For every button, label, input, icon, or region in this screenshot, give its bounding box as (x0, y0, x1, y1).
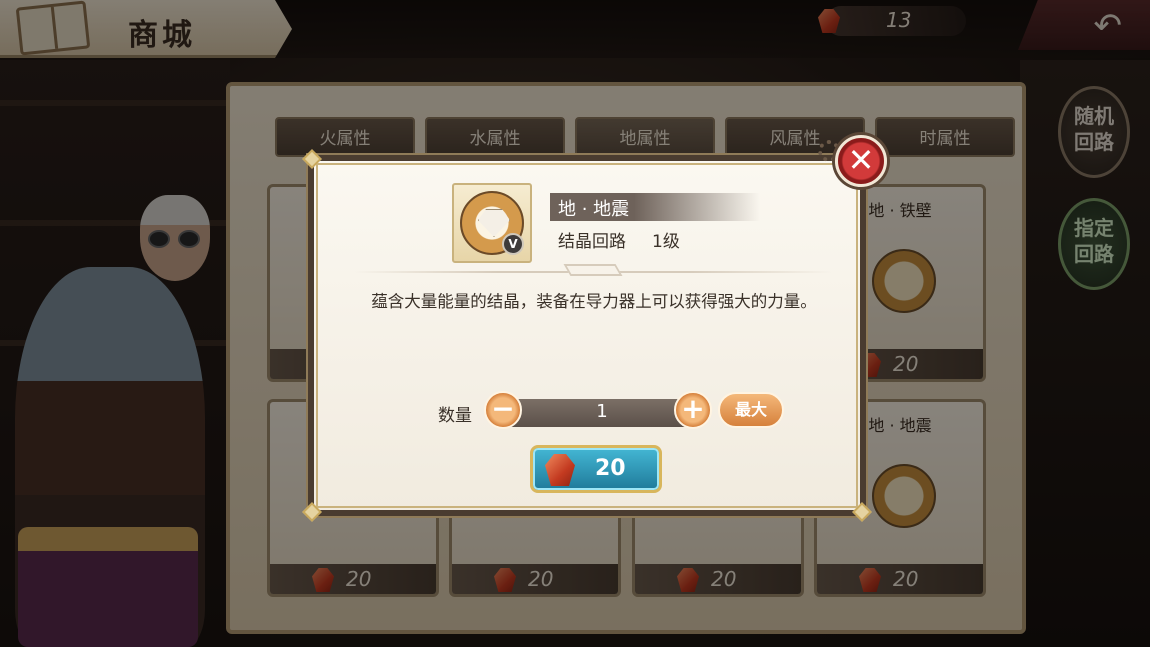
item-name-bar: 地 · 地震 (550, 193, 760, 221)
rank-badge: V (502, 233, 524, 255)
item-level: 1级 (652, 232, 680, 252)
item-name: 地 · 地震 (558, 199, 630, 220)
max-quantity-button[interactable]: 最大 (718, 392, 784, 428)
purchase-dialog: V 地 · 地震 结晶回路 1级 蕴含大量能量的结晶，装备在导力器上可以获得强大… (302, 149, 872, 522)
item-description: 蕴含大量能量的结晶，装备在导力器上可以获得强大的力量。 (371, 292, 817, 311)
plus-icon: + (681, 392, 705, 425)
quantity-label: 数量 (438, 406, 472, 426)
quantity-value: 1 (596, 401, 608, 422)
gem-icon (545, 454, 575, 486)
decrease-quantity-button[interactable]: − (484, 391, 522, 429)
buy-price: 20 (595, 456, 626, 481)
item-frame: V (452, 183, 532, 263)
quantity-stepper[interactable]: 1 (502, 399, 702, 427)
divider-ornament (563, 264, 623, 276)
item-type: 结晶回路 (558, 232, 626, 252)
buy-button[interactable]: 20 (530, 445, 662, 493)
close-icon: ✕ (847, 141, 875, 179)
close-button[interactable]: ✕ (835, 135, 887, 187)
minus-icon: − (491, 392, 515, 425)
increase-quantity-button[interactable]: + (674, 391, 712, 429)
